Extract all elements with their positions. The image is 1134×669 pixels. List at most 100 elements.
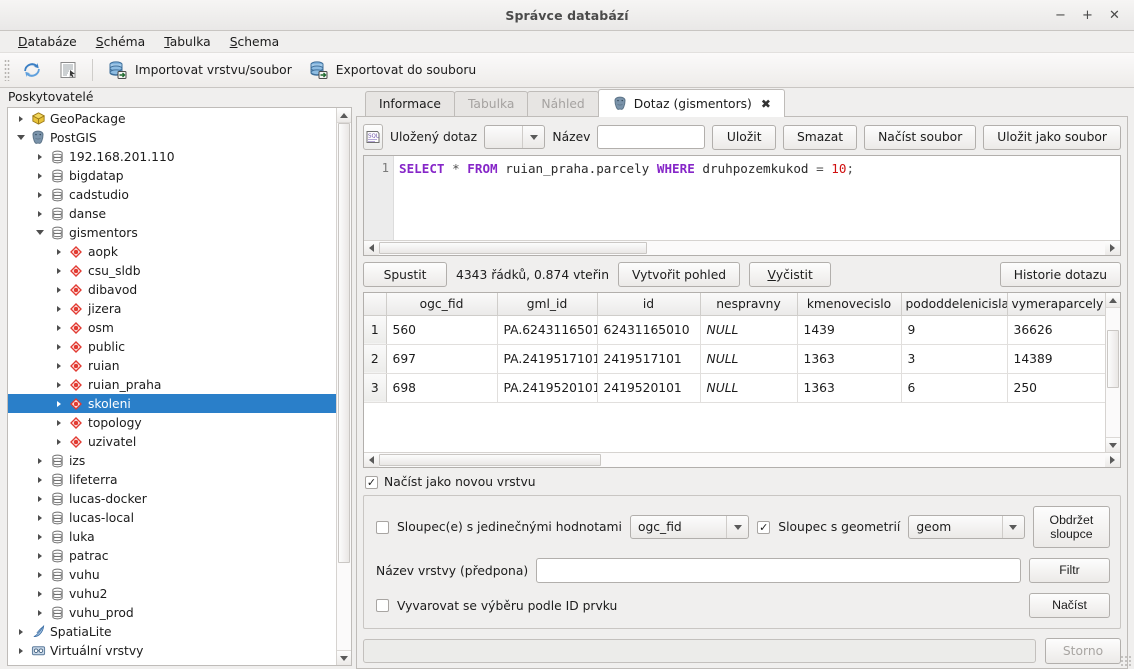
geometry-column-checkbox[interactable]: ✓ [757, 520, 771, 534]
chevron-right-icon[interactable] [52, 324, 66, 331]
results-table[interactable]: ogc_fid gml_id id nespravny kmenovecislo podo… [364, 293, 1105, 403]
chevron-right-icon[interactable] [33, 533, 47, 540]
chevron-down-icon[interactable] [726, 516, 748, 538]
column-header[interactable]: ogc_fid [386, 293, 498, 316]
toolbar-grip[interactable] [4, 59, 10, 81]
sql-hscroll-left-button[interactable] [364, 241, 379, 255]
tree-item-lucas-docker[interactable]: lucas-docker [8, 489, 336, 508]
tree-vertical-scrollbar[interactable] [336, 108, 351, 665]
chevron-down-icon[interactable] [33, 230, 47, 235]
sql-window-button[interactable] [51, 56, 85, 84]
table-cell[interactable]: 2419517101 [597, 344, 701, 374]
tree-item-vuhu2[interactable]: vuhu2 [8, 584, 336, 603]
chevron-right-icon[interactable] [52, 400, 66, 407]
load-as-new-layer-checkbox[interactable]: ✓ [365, 475, 378, 489]
export-to-file-button[interactable]: Exportovat do souboru [301, 56, 483, 84]
table-cell[interactable]: PA.2419520101 [497, 373, 598, 403]
chevron-right-icon[interactable] [33, 191, 47, 198]
table-cell[interactable]: 1363 [797, 373, 902, 403]
results-hscrollbar[interactable] [364, 452, 1120, 467]
results-hscroll-right-button[interactable] [1105, 453, 1120, 467]
tree-item-lifeterra[interactable]: lifeterra [8, 470, 336, 489]
table-cell[interactable]: 14389 [1007, 344, 1105, 374]
tree-scroll-thumb[interactable] [338, 123, 350, 563]
table-cell[interactable]: 3 [901, 344, 1008, 374]
layer-name-input[interactable] [536, 558, 1021, 583]
sql-editor-body[interactable]: 1 SELECT * FROM ruian_praha.parcely WHER… [364, 156, 1120, 240]
sql-code-text[interactable]: SELECT * FROM ruian_praha.parcely WHERE … [394, 156, 1120, 240]
table-cell[interactable]: NULL [700, 315, 798, 345]
tree-item-uzivatel[interactable]: uzivatel [8, 432, 336, 451]
tree-item-luka[interactable]: luka [8, 527, 336, 546]
results-hscroll-left-button[interactable] [364, 453, 379, 467]
chevron-down-icon[interactable] [522, 126, 544, 148]
save-as-file-button[interactable]: Uložit jako soubor [983, 124, 1121, 150]
query-history-button[interactable]: Historie dotazu [999, 262, 1121, 287]
chevron-right-icon[interactable] [33, 153, 47, 160]
tree-item-osm[interactable]: osm [8, 318, 336, 337]
tree-item-bigdatap[interactable]: bigdatap [8, 166, 336, 185]
chevron-right-icon[interactable] [14, 115, 28, 122]
avoid-id-checkbox[interactable] [376, 599, 389, 612]
chevron-right-icon[interactable] [14, 628, 28, 635]
providers-tree[interactable]: GeoPackage PostGIS 192.168.201.110 bigdatap… [8, 108, 336, 665]
resize-grip[interactable] [1120, 655, 1132, 667]
tree-item-gismentors[interactable]: gismentors [8, 223, 336, 242]
table-cell[interactable]: PA.62431165010 [497, 315, 598, 345]
chevron-right-icon[interactable] [52, 419, 66, 426]
table-cell[interactable]: 2419520101 [597, 373, 701, 403]
create-view-button[interactable]: Vytvořit pohled [618, 262, 741, 287]
saved-query-combo[interactable] [484, 125, 546, 149]
clear-button[interactable]: Vyčistit [749, 262, 832, 287]
chevron-down-icon[interactable] [14, 135, 28, 140]
results-vertical-scrollbar[interactable] [1105, 293, 1120, 452]
tree-item-vuhu-prod[interactable]: vuhu_prod [8, 603, 336, 622]
chevron-right-icon[interactable] [33, 571, 47, 578]
close-icon[interactable]: ✖ [761, 97, 771, 111]
chevron-right-icon[interactable] [33, 609, 47, 616]
load-button[interactable]: Načíst [1029, 593, 1110, 618]
sql-hscroll-thumb[interactable] [379, 242, 647, 254]
table-cell[interactable]: 6 [901, 373, 1008, 403]
load-file-button[interactable]: Načíst soubor [864, 124, 977, 150]
table-cell[interactable]: 1363 [797, 344, 902, 374]
column-header[interactable]: gml_id [497, 293, 598, 316]
sql-editor-hscrollbar[interactable] [364, 240, 1120, 255]
tree-item-ruian-praha[interactable]: ruian_praha [8, 375, 336, 394]
table-row[interactable]: 1560PA.6243116501062431165010NULL1439936… [364, 315, 1105, 345]
column-header[interactable]: nespravny [700, 293, 798, 316]
run-query-button[interactable]: Spustit [363, 262, 447, 287]
chevron-right-icon[interactable] [33, 514, 47, 521]
tree-item-vuhu[interactable]: vuhu [8, 565, 336, 584]
cancel-button[interactable]: Storno [1045, 638, 1121, 664]
maximize-icon[interactable]: + [1081, 9, 1094, 22]
results-hscroll-thumb[interactable] [379, 454, 601, 466]
tree-item-192-168-201-110[interactable]: 192.168.201.110 [8, 147, 336, 166]
tree-item-spatialite[interactable]: SpatiaLite [8, 622, 336, 641]
chevron-right-icon[interactable] [33, 457, 47, 464]
tree-scroll-up-button[interactable] [337, 108, 351, 123]
chevron-right-icon[interactable] [52, 305, 66, 312]
chevron-right-icon[interactable] [52, 381, 66, 388]
tree-item-izs[interactable]: izs [8, 451, 336, 470]
table-row[interactable]: 3 698 PA.2419520101 2419520101 NULL 1363 6 250 [364, 373, 1105, 403]
chevron-right-icon[interactable] [33, 590, 47, 597]
table-cell[interactable]: 36626 [1007, 315, 1105, 345]
results-scroll-down-button[interactable] [1106, 437, 1120, 452]
column-header[interactable]: pododdelenicisla [901, 293, 1008, 316]
tree-item-aopk[interactable]: aopk [8, 242, 336, 261]
tree-item-ruian[interactable]: ruian [8, 356, 336, 375]
geometry-column-combo[interactable]: geom [908, 515, 1025, 539]
chevron-right-icon[interactable] [52, 362, 66, 369]
tab-dotaz-gismentors[interactable]: Dotaz (gismentors) ✖ [597, 89, 785, 117]
results-scroll-track[interactable] [1106, 308, 1120, 437]
tree-item-lucas-local[interactable]: lucas-local [8, 508, 336, 527]
tree-item-public[interactable]: public [8, 337, 336, 356]
tab-informace[interactable]: Informace [365, 91, 455, 116]
table-cell[interactable]: 9 [901, 315, 1008, 345]
chevron-right-icon[interactable] [33, 172, 47, 179]
chevron-right-icon[interactable] [52, 343, 66, 350]
table-row[interactable]: 2 697 PA.2419517101 2419517101 NULL 1363 3 1438… [364, 344, 1105, 374]
unique-column-combo[interactable]: ogc_fid [629, 515, 750, 539]
chevron-right-icon[interactable] [14, 647, 28, 654]
